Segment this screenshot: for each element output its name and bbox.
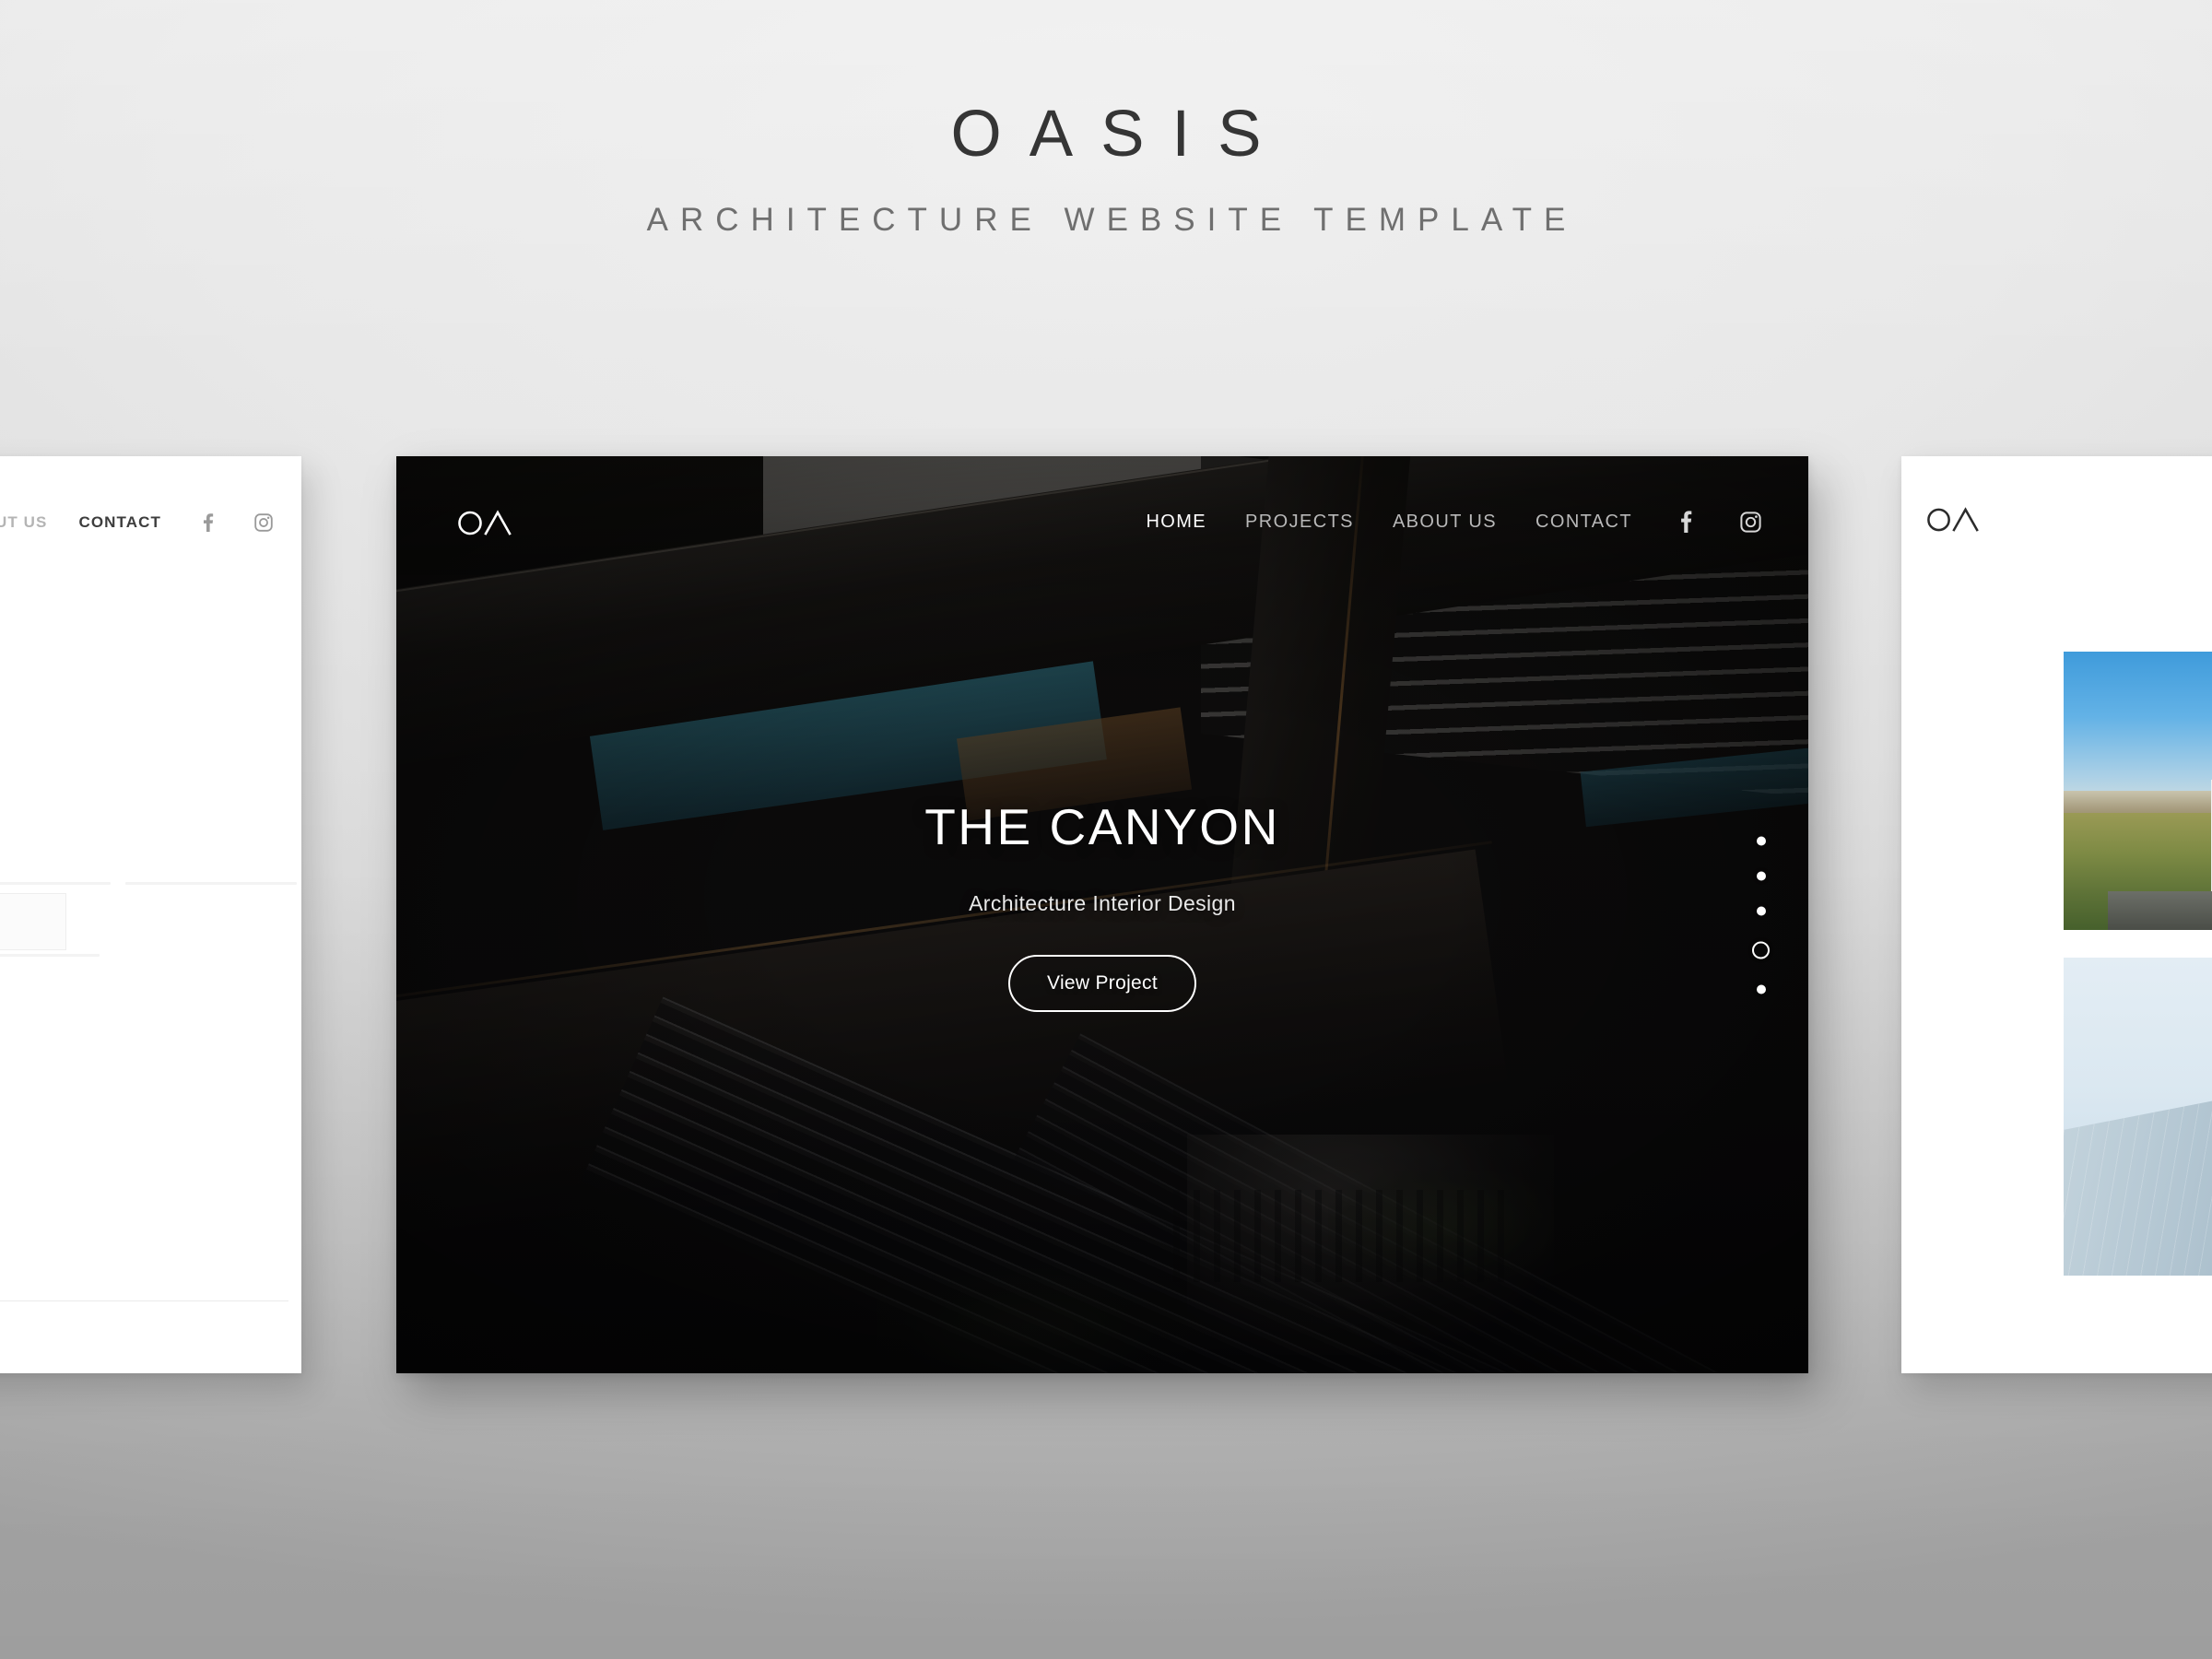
- instagram-icon[interactable]: [253, 512, 274, 533]
- hero-content: THE CANYON Architecture Interior Design …: [396, 797, 1808, 1029]
- left-preview-window[interactable]: ABOUT US CONTACT: [0, 456, 301, 1373]
- placeholder-input[interactable]: [0, 893, 66, 950]
- page-title: OASIS: [950, 98, 1289, 171]
- instagram-icon[interactable]: [1739, 511, 1762, 534]
- logo-text: OA: [1980, 505, 1981, 506]
- main-navbar: OA HOME PROJECTS ABOUT US CONTACT: [396, 456, 1808, 587]
- main-nav-links: HOME PROJECTS ABOUT US CONTACT: [1107, 510, 1762, 534]
- project-thumbnail-metallic-facade[interactable]: [2064, 958, 2212, 1276]
- facebook-icon[interactable]: [198, 512, 217, 533]
- left-nav-item-about-us[interactable]: ABOUT US: [0, 513, 47, 532]
- nav-item-contact[interactable]: CONTACT: [1535, 512, 1632, 533]
- left-window-navbar: ABOUT US CONTACT: [0, 495, 301, 550]
- left-window-content: [0, 585, 301, 1373]
- project-thumbnail-building-exterior[interactable]: [2064, 652, 2212, 930]
- slider-dot-4[interactable]: [1752, 941, 1770, 959]
- left-nav-item-contact[interactable]: CONTACT: [78, 513, 161, 532]
- hero-title: THE CANYON: [924, 797, 1280, 855]
- placeholder-line: [0, 882, 111, 885]
- placeholder-line: [0, 954, 100, 957]
- oasis-logo-icon[interactable]: OA: [1926, 505, 1980, 536]
- slider-dot-3[interactable]: [1756, 906, 1766, 915]
- nav-item-about-us[interactable]: ABOUT US: [1393, 512, 1497, 533]
- slider-dot-1[interactable]: [1756, 836, 1766, 845]
- view-project-button[interactable]: View Project: [1008, 954, 1196, 1012]
- right-preview-window[interactable]: OA: [1901, 456, 2212, 1373]
- nav-item-home[interactable]: HOME: [1146, 512, 1206, 533]
- placeholder-line: [125, 882, 297, 885]
- slider-dot-5[interactable]: [1756, 984, 1766, 994]
- slider-dot-2[interactable]: [1756, 871, 1766, 880]
- page-subtitle: ARCHITECTURE WEBSITE TEMPLATE: [646, 202, 1578, 238]
- oasis-logo-icon[interactable]: OA: [457, 508, 512, 535]
- slider-dots: [1752, 836, 1770, 994]
- masthead: OASIS ARCHITECTURE WEBSITE TEMPLATE: [0, 101, 2212, 236]
- left-window-divider: [0, 1300, 288, 1301]
- thumbnail-base: [2108, 890, 2212, 930]
- main-preview-window[interactable]: OA HOME PROJECTS ABOUT US CONTACT THE: [396, 456, 1808, 1373]
- facebook-icon[interactable]: [1677, 510, 1695, 534]
- hero-subtitle: Architecture Interior Design: [969, 890, 1236, 915]
- nav-item-projects[interactable]: PROJECTS: [1245, 512, 1354, 533]
- thumbnail-sky: [2064, 652, 2212, 797]
